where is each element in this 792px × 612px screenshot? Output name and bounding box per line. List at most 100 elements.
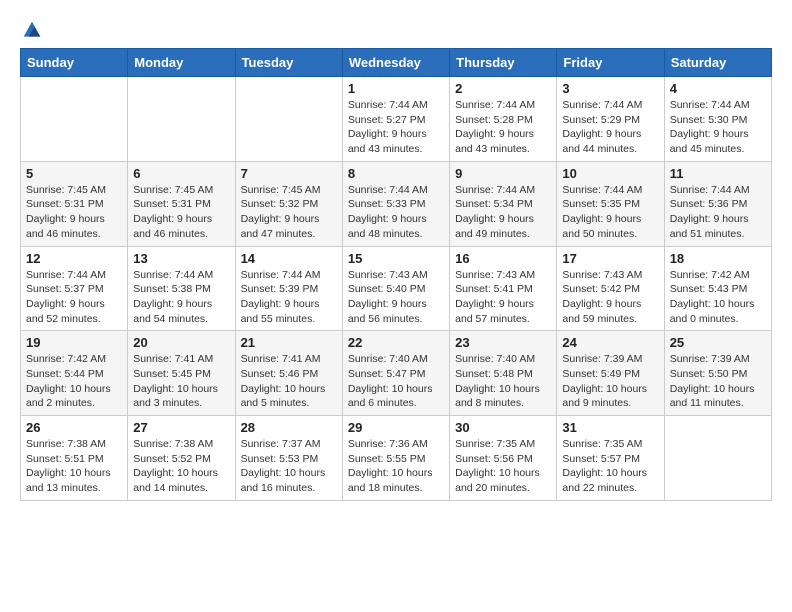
calendar-cell: 10 Sunrise: 7:44 AM Sunset: 5:35 PM Dayli…	[557, 161, 664, 246]
calendar-cell: 13Sunrise: 7:44 AM Sunset: 5:38 PM Dayli…	[128, 246, 235, 331]
day-info: Sunrise: 7:45 AM Sunset: 5:31 PM Dayligh…	[133, 183, 229, 242]
calendar-cell: 16 Sunrise: 7:43 AM Sunset: 5:41 PM Dayli…	[450, 246, 557, 331]
calendar-cell: 26 Sunrise: 7:38 AM Sunset: 5:51 PM Dayli…	[21, 416, 128, 501]
day-info: Sunrise: 7:44 AM Sunset: 5:27 PM Dayligh…	[348, 98, 444, 157]
day-info: Sunrise: 7:44 AM Sunset: 5:36 PM Dayligh…	[670, 183, 766, 242]
day-number: 28	[241, 420, 337, 435]
day-number: 13	[133, 251, 229, 266]
weekday-header: Saturday	[664, 49, 771, 77]
day-info: Sunrise: 7:36 AM Sunset: 5:55 PM Dayligh…	[348, 437, 444, 496]
day-info: Sunrise: 7:42 AM Sunset: 5:43 PM Dayligh…	[670, 268, 766, 327]
day-info: Sunrise: 7:35 AM Sunset: 5:56 PM Dayligh…	[455, 437, 551, 496]
calendar-week-row: 1 Sunrise: 7:44 AM Sunset: 5:27 PM Daylig…	[21, 77, 772, 162]
calendar-cell: 4Sunrise: 7:44 AM Sunset: 5:30 PM Daylig…	[664, 77, 771, 162]
day-info: Sunrise: 7:37 AM Sunset: 5:53 PM Dayligh…	[241, 437, 337, 496]
day-number: 14	[241, 251, 337, 266]
day-info: Sunrise: 7:43 AM Sunset: 5:42 PM Dayligh…	[562, 268, 658, 327]
day-number: 24	[562, 335, 658, 350]
calendar-cell: 17 Sunrise: 7:43 AM Sunset: 5:42 PM Dayli…	[557, 246, 664, 331]
calendar-cell: 9 Sunrise: 7:44 AM Sunset: 5:34 PM Daylig…	[450, 161, 557, 246]
calendar-cell	[664, 416, 771, 501]
calendar-week-row: 19Sunrise: 7:42 AM Sunset: 5:44 PM Dayli…	[21, 331, 772, 416]
calendar-cell: 31 Sunrise: 7:35 AM Sunset: 5:57 PM Dayli…	[557, 416, 664, 501]
day-number: 30	[455, 420, 551, 435]
day-number: 26	[26, 420, 122, 435]
day-info: Sunrise: 7:38 AM Sunset: 5:51 PM Dayligh…	[26, 437, 122, 496]
day-info: Sunrise: 7:44 AM Sunset: 5:39 PM Dayligh…	[241, 268, 337, 327]
calendar-cell: 8 Sunrise: 7:44 AM Sunset: 5:33 PM Daylig…	[342, 161, 449, 246]
day-number: 7	[241, 166, 337, 181]
day-number: 3	[562, 81, 658, 96]
calendar-cell: 2 Sunrise: 7:44 AM Sunset: 5:28 PM Daylig…	[450, 77, 557, 162]
day-number: 10	[562, 166, 658, 181]
calendar-cell: 11 Sunrise: 7:44 AM Sunset: 5:36 PM Dayli…	[664, 161, 771, 246]
day-info: Sunrise: 7:35 AM Sunset: 5:57 PM Dayligh…	[562, 437, 658, 496]
day-info: Sunrise: 7:41 AM Sunset: 5:45 PM Dayligh…	[133, 352, 229, 411]
day-info: Sunrise: 7:40 AM Sunset: 5:47 PM Dayligh…	[348, 352, 444, 411]
day-info: Sunrise: 7:44 AM Sunset: 5:29 PM Dayligh…	[562, 98, 658, 157]
calendar-cell	[235, 77, 342, 162]
calendar-cell: 1 Sunrise: 7:44 AM Sunset: 5:27 PM Daylig…	[342, 77, 449, 162]
weekday-header: Thursday	[450, 49, 557, 77]
day-info: Sunrise: 7:44 AM Sunset: 5:30 PM Dayligh…	[670, 98, 766, 157]
calendar-cell: 15Sunrise: 7:43 AM Sunset: 5:40 PM Dayli…	[342, 246, 449, 331]
day-number: 1	[348, 81, 444, 96]
calendar-cell: 12Sunrise: 7:44 AM Sunset: 5:37 PM Dayli…	[21, 246, 128, 331]
calendar-cell: 28 Sunrise: 7:37 AM Sunset: 5:53 PM Dayli…	[235, 416, 342, 501]
calendar-cell: 30 Sunrise: 7:35 AM Sunset: 5:56 PM Dayli…	[450, 416, 557, 501]
calendar-cell: 6 Sunrise: 7:45 AM Sunset: 5:31 PM Daylig…	[128, 161, 235, 246]
day-number: 20	[133, 335, 229, 350]
day-info: Sunrise: 7:43 AM Sunset: 5:41 PM Dayligh…	[455, 268, 551, 327]
calendar-cell: 24 Sunrise: 7:39 AM Sunset: 5:49 PM Dayli…	[557, 331, 664, 416]
calendar-cell: 21 Sunrise: 7:41 AM Sunset: 5:46 PM Dayli…	[235, 331, 342, 416]
calendar-week-row: 12Sunrise: 7:44 AM Sunset: 5:37 PM Dayli…	[21, 246, 772, 331]
calendar-cell: 19Sunrise: 7:42 AM Sunset: 5:44 PM Dayli…	[21, 331, 128, 416]
day-number: 19	[26, 335, 122, 350]
day-info: Sunrise: 7:39 AM Sunset: 5:50 PM Dayligh…	[670, 352, 766, 411]
day-number: 31	[562, 420, 658, 435]
day-number: 23	[455, 335, 551, 350]
day-number: 8	[348, 166, 444, 181]
day-info: Sunrise: 7:44 AM Sunset: 5:34 PM Dayligh…	[455, 183, 551, 242]
calendar-cell: 29 Sunrise: 7:36 AM Sunset: 5:55 PM Dayli…	[342, 416, 449, 501]
day-number: 16	[455, 251, 551, 266]
calendar-cell: 20 Sunrise: 7:41 AM Sunset: 5:45 PM Dayli…	[128, 331, 235, 416]
weekday-header: Monday	[128, 49, 235, 77]
day-info: Sunrise: 7:45 AM Sunset: 5:31 PM Dayligh…	[26, 183, 122, 242]
calendar-week-row: 5 Sunrise: 7:45 AM Sunset: 5:31 PM Daylig…	[21, 161, 772, 246]
day-info: Sunrise: 7:44 AM Sunset: 5:35 PM Dayligh…	[562, 183, 658, 242]
weekday-header: Sunday	[21, 49, 128, 77]
day-info: Sunrise: 7:43 AM Sunset: 5:40 PM Dayligh…	[348, 268, 444, 327]
logo	[20, 20, 42, 40]
day-number: 5	[26, 166, 122, 181]
calendar-cell: 7Sunrise: 7:45 AM Sunset: 5:32 PM Daylig…	[235, 161, 342, 246]
day-number: 6	[133, 166, 229, 181]
day-number: 27	[133, 420, 229, 435]
logo-icon	[22, 20, 42, 40]
calendar-cell: 27Sunrise: 7:38 AM Sunset: 5:52 PM Dayli…	[128, 416, 235, 501]
calendar-cell: 18Sunrise: 7:42 AM Sunset: 5:43 PM Dayli…	[664, 246, 771, 331]
day-info: Sunrise: 7:39 AM Sunset: 5:49 PM Dayligh…	[562, 352, 658, 411]
day-number: 11	[670, 166, 766, 181]
day-number: 2	[455, 81, 551, 96]
calendar-cell: 25Sunrise: 7:39 AM Sunset: 5:50 PM Dayli…	[664, 331, 771, 416]
day-info: Sunrise: 7:41 AM Sunset: 5:46 PM Dayligh…	[241, 352, 337, 411]
calendar-cell: 22Sunrise: 7:40 AM Sunset: 5:47 PM Dayli…	[342, 331, 449, 416]
day-number: 29	[348, 420, 444, 435]
day-info: Sunrise: 7:40 AM Sunset: 5:48 PM Dayligh…	[455, 352, 551, 411]
day-number: 9	[455, 166, 551, 181]
day-number: 21	[241, 335, 337, 350]
day-info: Sunrise: 7:44 AM Sunset: 5:33 PM Dayligh…	[348, 183, 444, 242]
calendar: SundayMondayTuesdayWednesdayThursdayFrid…	[20, 48, 772, 501]
calendar-cell: 14 Sunrise: 7:44 AM Sunset: 5:39 PM Dayli…	[235, 246, 342, 331]
calendar-week-row: 26 Sunrise: 7:38 AM Sunset: 5:51 PM Dayli…	[21, 416, 772, 501]
calendar-header-row: SundayMondayTuesdayWednesdayThursdayFrid…	[21, 49, 772, 77]
calendar-cell: 3 Sunrise: 7:44 AM Sunset: 5:29 PM Daylig…	[557, 77, 664, 162]
page-header	[20, 20, 772, 40]
day-info: Sunrise: 7:44 AM Sunset: 5:37 PM Dayligh…	[26, 268, 122, 327]
calendar-cell: 23 Sunrise: 7:40 AM Sunset: 5:48 PM Dayli…	[450, 331, 557, 416]
day-info: Sunrise: 7:44 AM Sunset: 5:28 PM Dayligh…	[455, 98, 551, 157]
day-number: 17	[562, 251, 658, 266]
calendar-cell	[128, 77, 235, 162]
calendar-cell: 5 Sunrise: 7:45 AM Sunset: 5:31 PM Daylig…	[21, 161, 128, 246]
